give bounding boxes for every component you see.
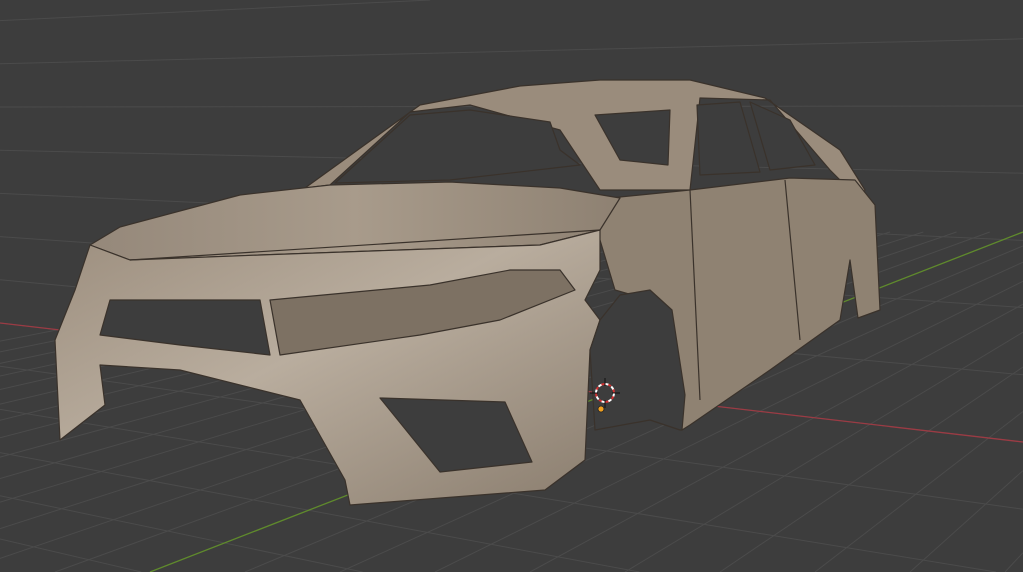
- car-body-model[interactable]: [54, 79, 881, 506]
- grid-line: [814, 411, 1023, 572]
- 3d-viewport[interactable]: [0, 0, 1023, 572]
- grid-line: [1004, 552, 1023, 572]
- viewport-canvas[interactable]: [0, 0, 1023, 572]
- object-origin-icon[interactable]: [597, 405, 605, 413]
- grid-line: [0, 495, 363, 572]
- grid-line: [0, 538, 142, 572]
- grid-line: [0, 38, 1023, 65]
- grid-line: [0, 0, 431, 22]
- side-window-front: [696, 101, 761, 176]
- grid-line: [719, 366, 1023, 572]
